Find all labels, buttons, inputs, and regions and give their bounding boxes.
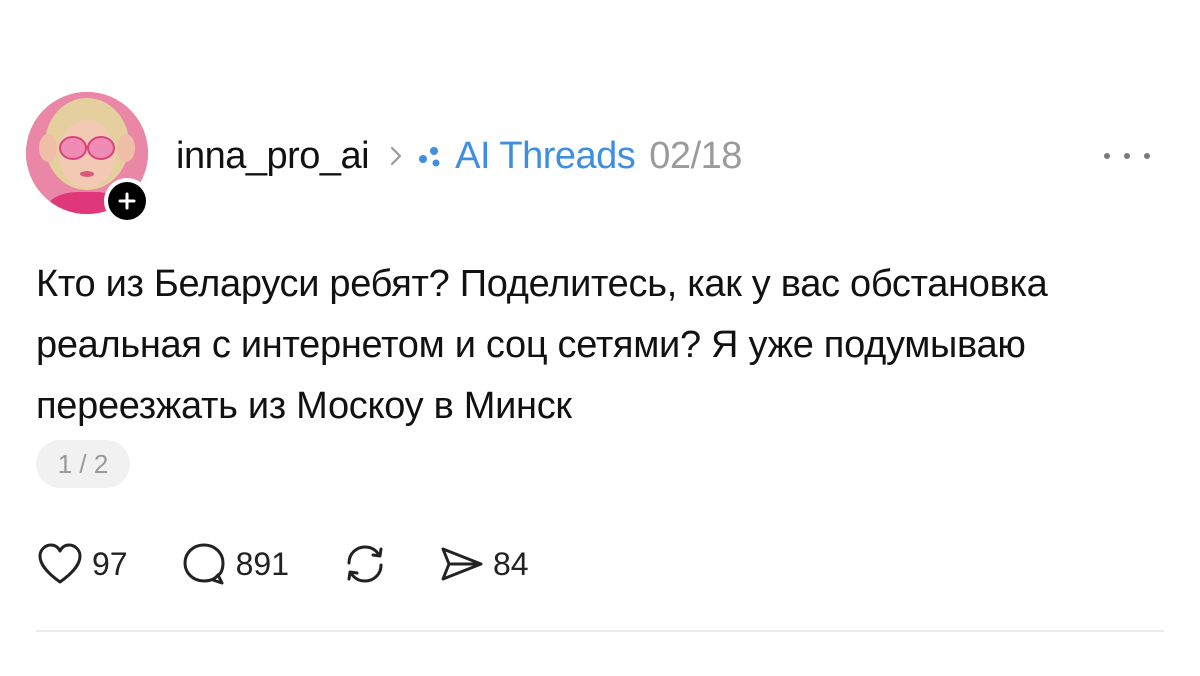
repost-icon [341, 541, 389, 587]
community-dots-icon [417, 144, 445, 168]
repost-button[interactable] [341, 541, 397, 587]
more-dots-icon [1144, 153, 1150, 159]
chevron-right-icon [389, 145, 403, 167]
username-link[interactable]: inna_pro_ai [176, 135, 370, 178]
heart-icon [36, 541, 84, 587]
reply-count: 891 [235, 545, 289, 582]
reply-button[interactable]: 891 [180, 541, 289, 587]
share-count: 84 [492, 545, 529, 582]
plus-icon [108, 182, 146, 220]
more-dots-icon [1124, 153, 1130, 159]
post-text: Кто из Беларуси ребят? Поделитесь, как у… [36, 263, 1048, 427]
share-button[interactable]: 84 [437, 541, 529, 587]
post-date: 02/18 [649, 134, 742, 177]
community-link[interactable]: AI Threads [455, 135, 636, 178]
page-indicator: 1 / 2 [36, 440, 130, 488]
threads-post: inna_pro_ai AI Threads 02/18 Кто из Бела… [0, 0, 1200, 676]
follow-button[interactable] [104, 178, 150, 224]
post-divider [36, 630, 1164, 632]
action-bar: 97 891 84 [36, 534, 581, 594]
more-options-button[interactable] [1104, 146, 1150, 166]
send-icon [437, 541, 485, 587]
more-dots-icon [1104, 153, 1110, 159]
post-header: inna_pro_ai AI Threads 02/18 [176, 128, 742, 184]
comment-icon [180, 541, 228, 587]
like-count: 97 [92, 545, 128, 582]
like-button[interactable]: 97 [36, 541, 128, 587]
